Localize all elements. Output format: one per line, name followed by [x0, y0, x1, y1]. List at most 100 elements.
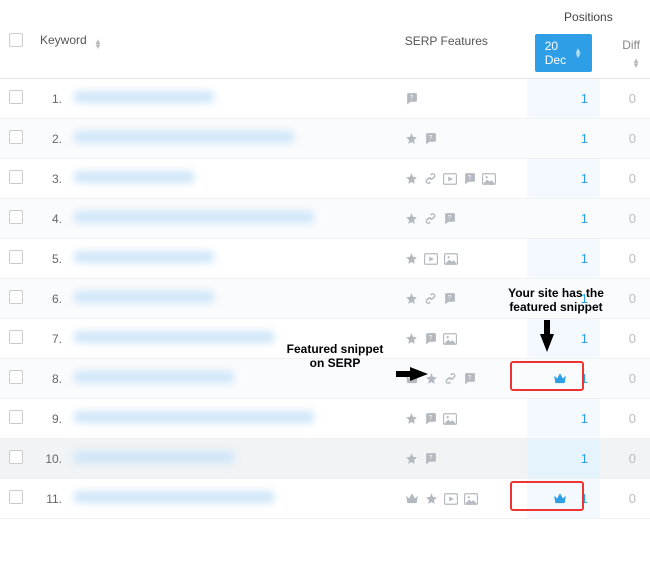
header-keyword-label: Keyword: [40, 33, 87, 47]
keyword-text-blurred: [74, 371, 234, 383]
serp-features-cell: ?: [397, 159, 527, 199]
video-icon: [424, 253, 438, 265]
row-checkbox[interactable]: [9, 410, 23, 424]
table-row[interactable]: 9.? 10: [0, 399, 650, 439]
keyword-cell[interactable]: [66, 279, 397, 319]
star-icon: [405, 452, 418, 465]
header-positions-group: Positions: [527, 0, 650, 30]
sort-icon: ▲▼: [574, 48, 582, 58]
keyword-cell[interactable]: [66, 79, 397, 119]
diff-cell: 0: [600, 319, 650, 359]
row-index: 5.: [32, 239, 66, 279]
keyword-text-blurred: [74, 411, 314, 423]
row-checkbox[interactable]: [9, 450, 23, 464]
row-checkbox[interactable]: [9, 330, 23, 344]
link-icon: [444, 372, 457, 385]
select-all-checkbox[interactable]: [9, 33, 23, 47]
crown-icon: [553, 372, 567, 385]
row-checkbox[interactable]: [9, 490, 23, 504]
star-icon: [405, 292, 418, 305]
diff-cell: 0: [600, 239, 650, 279]
crown-icon: [405, 492, 419, 505]
row-checkbox[interactable]: [9, 290, 23, 304]
diff-cell: 0: [600, 199, 650, 239]
row-checkbox[interactable]: [9, 130, 23, 144]
table-row[interactable]: 4.? 10: [0, 199, 650, 239]
star-icon: [405, 332, 418, 345]
header-keyword[interactable]: Keyword ▲▼: [32, 0, 397, 79]
svg-text:?: ?: [447, 295, 451, 302]
row-checkbox-cell: [0, 159, 32, 199]
header-diff[interactable]: Diff ▲▼: [600, 30, 650, 79]
row-index: 3.: [32, 159, 66, 199]
row-checkbox[interactable]: [9, 210, 23, 224]
img-icon: [482, 173, 496, 185]
diff-cell: 0: [600, 399, 650, 439]
header-serp-features: SERP Features: [397, 0, 527, 79]
serp-features-cell: ?: [397, 79, 527, 119]
position-cell: 1: [527, 159, 600, 199]
star-icon: [405, 172, 418, 185]
keyword-cell[interactable]: [66, 439, 397, 479]
faq-icon: ?: [405, 92, 418, 105]
arrow-down: [540, 320, 554, 352]
serp-features-cell: ?: [397, 319, 527, 359]
row-checkbox[interactable]: [9, 250, 23, 264]
link-icon: [424, 212, 437, 225]
row-index: 11.: [32, 479, 66, 519]
keyword-cell[interactable]: [66, 399, 397, 439]
table-row[interactable]: 11.10: [0, 479, 650, 519]
table-row[interactable]: 2.? 10: [0, 119, 650, 159]
position-value: 1: [581, 371, 588, 386]
keyword-text-blurred: [74, 171, 194, 183]
faq-icon: ?: [463, 172, 476, 185]
row-checkbox-cell: [0, 239, 32, 279]
position-value: 1: [581, 451, 588, 466]
position-cell: 1: [527, 239, 600, 279]
keyword-text-blurred: [74, 251, 214, 263]
diff-cell: 0: [600, 79, 650, 119]
serp-features-cell: ?: [397, 199, 527, 239]
row-index: 8.: [32, 359, 66, 399]
keyword-cell[interactable]: [66, 159, 397, 199]
row-checkbox[interactable]: [9, 90, 23, 104]
diff-cell: 0: [600, 359, 650, 399]
faq-icon: ?: [424, 332, 437, 345]
svg-text:?: ?: [409, 95, 413, 102]
header-serp-label: SERP Features: [405, 34, 488, 48]
keyword-cell[interactable]: [66, 199, 397, 239]
row-index: 4.: [32, 199, 66, 239]
position-value: 1: [581, 411, 588, 426]
table-row[interactable]: 1.?10: [0, 79, 650, 119]
star-icon: [405, 132, 418, 145]
row-checkbox-cell: [0, 359, 32, 399]
date-selector-button[interactable]: 20 Dec ▲▼: [535, 34, 592, 72]
row-checkbox-cell: [0, 439, 32, 479]
faq-icon: ?: [424, 132, 437, 145]
position-cell: 1: [527, 359, 600, 399]
position-value: 1: [581, 211, 588, 226]
row-index: 2.: [32, 119, 66, 159]
table-row[interactable]: 10.?10: [0, 439, 650, 479]
keyword-cell[interactable]: [66, 239, 397, 279]
row-checkbox[interactable]: [9, 170, 23, 184]
row-checkbox-cell: [0, 319, 32, 359]
keyword-cell[interactable]: [66, 119, 397, 159]
svg-text:?: ?: [467, 375, 471, 382]
table-row[interactable]: 5.10: [0, 239, 650, 279]
keyword-cell[interactable]: [66, 479, 397, 519]
position-value: 1: [581, 131, 588, 146]
position-value: 1: [581, 171, 588, 186]
serp-features-cell: [397, 479, 527, 519]
row-index: 9.: [32, 399, 66, 439]
faq-icon: ?: [424, 412, 437, 425]
svg-text:?: ?: [428, 415, 432, 422]
svg-text:?: ?: [428, 335, 432, 342]
row-checkbox[interactable]: [9, 370, 23, 384]
position-value: 1: [581, 491, 588, 506]
row-index: 7.: [32, 319, 66, 359]
table-row[interactable]: 3.? 10: [0, 159, 650, 199]
diff-cell: 0: [600, 119, 650, 159]
diff-cell: 0: [600, 159, 650, 199]
position-cell: 1: [527, 319, 600, 359]
